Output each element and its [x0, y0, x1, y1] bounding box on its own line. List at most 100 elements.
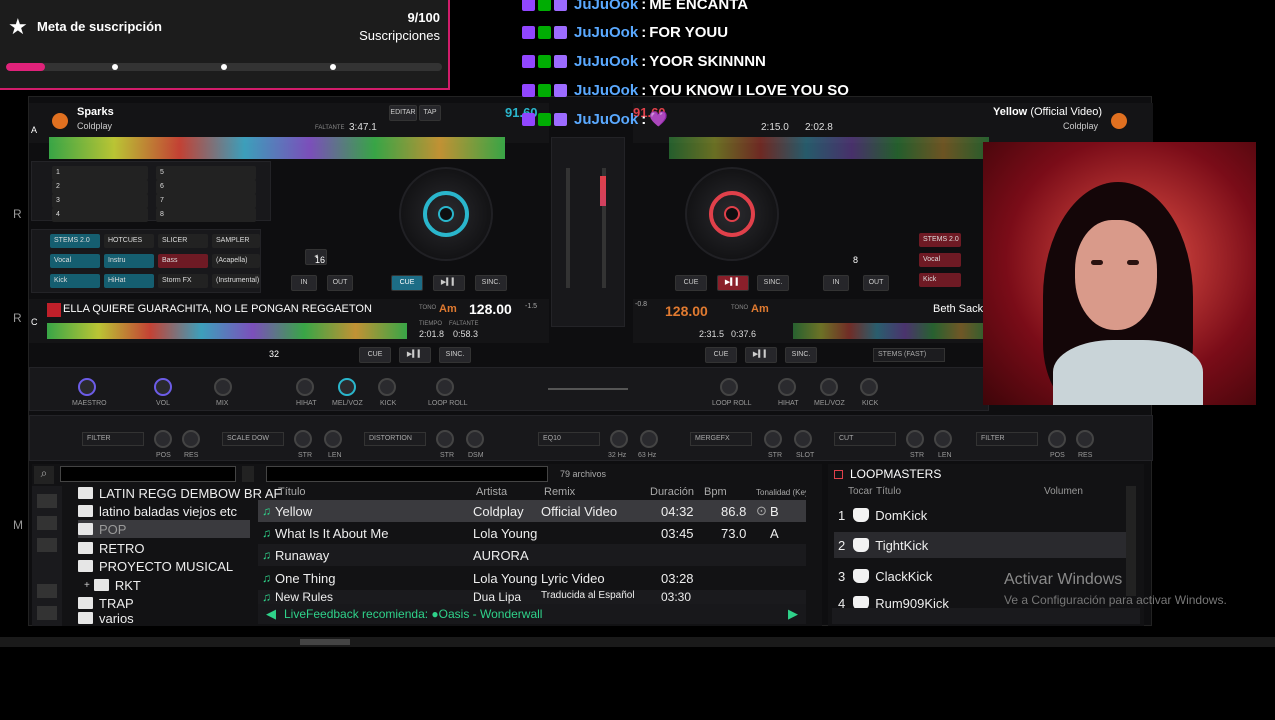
deck-d-waveform[interactable]: [793, 323, 989, 339]
deck-a-tap-button[interactable]: TAP: [419, 105, 441, 121]
chat-username[interactable]: JuJuOok: [574, 111, 638, 128]
dsm-knob[interactable]: [466, 430, 484, 448]
melvoz-knob-b[interactable]: [820, 378, 838, 396]
str-knob[interactable]: [294, 430, 312, 448]
deck-a-edit-button[interactable]: EDITAR: [389, 105, 417, 121]
deck-a-waveform[interactable]: [49, 137, 505, 159]
slot-knob[interactable]: [794, 430, 812, 448]
track-search-input[interactable]: [266, 466, 548, 482]
chat-username[interactable]: JuJuOok: [574, 24, 638, 41]
len-knob-b[interactable]: [934, 430, 952, 448]
chat-username[interactable]: JuJuOok: [574, 0, 638, 13]
hotcue-pad[interactable]: 3: [52, 194, 148, 208]
stem-pad-stormfx[interactable]: Storm FX: [158, 274, 208, 288]
col-header-duration[interactable]: Duración: [650, 486, 694, 498]
str-knob-c[interactable]: [906, 430, 924, 448]
tab-slicer[interactable]: SLICER: [158, 234, 208, 248]
deck-a-sync-button[interactable]: SINC.: [475, 275, 507, 291]
col-header-play[interactable]: Tocar: [848, 486, 872, 497]
deck-a-in-button[interactable]: IN: [291, 275, 317, 291]
kick-knob[interactable]: [378, 378, 396, 396]
deck-b-out-button[interactable]: OUT: [863, 275, 889, 291]
folder-view-icon[interactable]: [37, 494, 57, 508]
scrollbar-thumb[interactable]: [300, 639, 350, 645]
track-row[interactable]: ♫ What Is It About Me Lola Young 03:45 7…: [258, 522, 806, 544]
loop-roll-knob-b[interactable]: [720, 378, 738, 396]
maestro-knob[interactable]: [78, 378, 96, 396]
chat-username[interactable]: JuJuOok: [574, 82, 638, 99]
eq-63hz-knob[interactable]: [640, 430, 658, 448]
deck-c-cue-button[interactable]: CUE: [359, 347, 391, 363]
expand-icon[interactable]: +: [84, 580, 90, 591]
str-knob-2[interactable]: [436, 430, 454, 448]
folder-item-selected[interactable]: POP: [78, 520, 250, 538]
deck-a-jog-wheel[interactable]: [399, 167, 493, 261]
deck-b-play-button[interactable]: ▶▍▍: [717, 275, 749, 291]
sideview-icon[interactable]: [37, 516, 57, 530]
stem-pad-hihat[interactable]: HiHat: [104, 274, 154, 288]
drum-icon[interactable]: [853, 569, 870, 583]
mix-knob[interactable]: [214, 378, 232, 396]
track-row[interactable]: ♫ New Rules Dua Lipa Traducida al Españo…: [258, 590, 806, 604]
channel-fader-a[interactable]: [566, 168, 570, 288]
fx-select-mergefx[interactable]: MERGEFX: [690, 432, 752, 446]
deck-c-waveform[interactable]: [47, 323, 407, 339]
fx-select-filter-b[interactable]: FILTER: [976, 432, 1038, 446]
deck-d-stems-select[interactable]: STEMS (FAST): [873, 348, 945, 362]
hotcue-pad[interactable]: 6: [156, 180, 256, 194]
sampler-icon[interactable]: [37, 584, 57, 598]
track-row[interactable]: ♫ Yellow Coldplay Official Video 04:32 8…: [258, 500, 806, 522]
settings-icon[interactable]: [37, 606, 57, 620]
folder-item[interactable]: latino baladas viejos etc: [78, 502, 237, 520]
deck-a-out-button[interactable]: OUT: [327, 275, 353, 291]
folder-scroll-up[interactable]: [242, 466, 254, 482]
hotcue-pad[interactable]: 4: [52, 208, 148, 222]
loop-item[interactable]: 1 DomKick: [834, 502, 1126, 528]
fx-select-cut[interactable]: CUT: [834, 432, 896, 446]
folder-item[interactable]: TRAP: [78, 594, 134, 612]
drum-icon[interactable]: [853, 538, 870, 552]
deck-a-cue-button[interactable]: CUE: [391, 275, 423, 291]
deck-d-sync-button[interactable]: SINC.: [785, 347, 817, 363]
hotcue-pad[interactable]: 1: [52, 166, 148, 180]
deck-c-sync-button[interactable]: SINC.: [439, 347, 471, 363]
res-knob[interactable]: [182, 430, 200, 448]
pos-knob[interactable]: [154, 430, 172, 448]
stem-pad-kick[interactable]: Kick: [50, 274, 100, 288]
loopmasters-scrollbar[interactable]: [1126, 486, 1136, 596]
col-header-volume[interactable]: Volumen: [1044, 486, 1083, 497]
deck-b-sync-button[interactable]: SINC.: [757, 275, 789, 291]
stem-pad-acapella[interactable]: (Acapella): [212, 254, 260, 268]
len-knob[interactable]: [324, 430, 342, 448]
hotcue-pad[interactable]: 5: [156, 166, 256, 180]
loop-item[interactable]: 2 TightKick: [834, 532, 1126, 558]
hotcue-pad[interactable]: 2: [52, 180, 148, 194]
folder-item[interactable]: LATIN REGG DEMBOW BR AF: [78, 484, 282, 502]
tab-stems[interactable]: STEMS 2.0: [50, 234, 100, 248]
folder-item[interactable]: + RKT: [84, 576, 141, 594]
fx-select-distortion[interactable]: DISTORTION: [364, 432, 426, 446]
chevron-right-icon[interactable]: ▶: [788, 606, 798, 622]
col-header-loop-title[interactable]: Título: [876, 486, 901, 497]
hotcue-pad[interactable]: 7: [156, 194, 256, 208]
deck-b-cue-button[interactable]: CUE: [675, 275, 707, 291]
deck-d-cue-button[interactable]: CUE: [705, 347, 737, 363]
stem-pad-vocal[interactable]: Vocal: [50, 254, 100, 268]
vol-knob[interactable]: [154, 378, 172, 396]
deck-b-stems-tab[interactable]: STEMS 2.0: [919, 233, 961, 247]
stem-pad-instrumental[interactable]: (Instrumental): [212, 274, 260, 288]
folder-item[interactable]: varios: [78, 612, 134, 624]
fx-select-eq10[interactable]: EQ10: [538, 432, 600, 446]
track-row[interactable]: ♫ One Thing Lola Young Lyric Video 03:28: [258, 567, 806, 589]
folder-item[interactable]: PROYECTO MUSICAL: [78, 557, 233, 575]
chat-username[interactable]: JuJuOok: [574, 53, 638, 70]
loop-roll-knob[interactable]: [436, 378, 454, 396]
eq-32hz-knob[interactable]: [610, 430, 628, 448]
chevron-left-icon[interactable]: ◀: [266, 606, 276, 622]
col-header-title[interactable]: Título: [278, 486, 306, 498]
deck-b-stem-kick[interactable]: Kick: [919, 273, 961, 287]
track-row[interactable]: ♫ Runaway AURORA: [258, 544, 806, 566]
crossfader[interactable]: [548, 388, 628, 390]
deck-b-in-button[interactable]: IN: [823, 275, 849, 291]
col-header-key[interactable]: Tonalidad (Key): [756, 488, 806, 497]
